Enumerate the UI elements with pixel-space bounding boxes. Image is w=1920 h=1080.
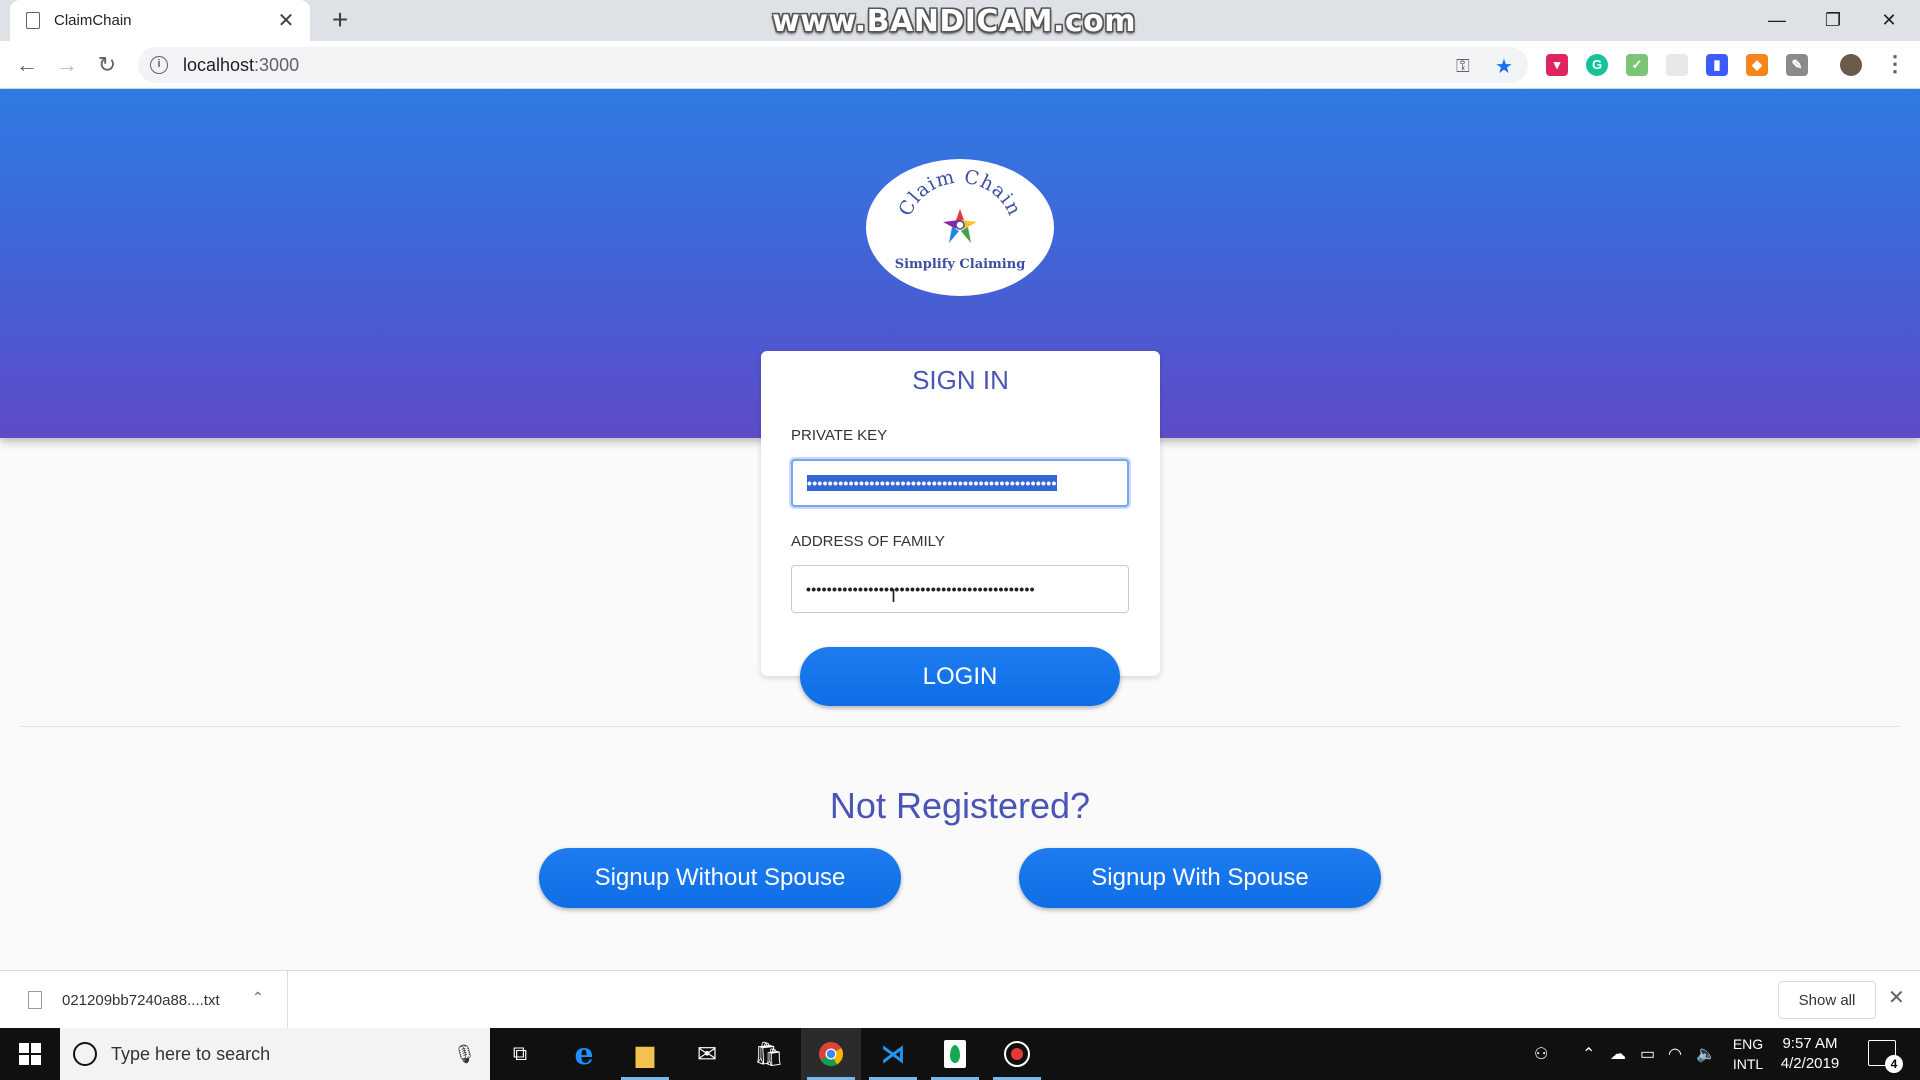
- onedrive-icon[interactable]: ☁: [1610, 1028, 1626, 1080]
- claimchain-logo: Claim Chain Simplify Claiming: [866, 159, 1054, 296]
- family-address-label: ADDRESS OF FAMILY: [791, 533, 945, 550]
- tab-close-icon[interactable]: ✕: [276, 8, 296, 33]
- clock-date: 4/2/2019: [1780, 1055, 1840, 1072]
- download-shelf: 021209bb7240a88....txt ⌃ Show all ✕: [0, 970, 1920, 1029]
- tab-title: ClaimChain: [54, 12, 132, 29]
- file-icon: [28, 991, 42, 1009]
- volume-icon[interactable]: 🔈: [1696, 1028, 1716, 1080]
- cortana-icon: [73, 1042, 97, 1066]
- start-button[interactable]: [0, 1028, 60, 1080]
- family-address-value: ••••••••••••••••••••••••••••••••••••••••…: [806, 581, 1035, 597]
- recorder-watermark: www.BANDICAM.com: [772, 4, 1137, 39]
- file-explorer-icon[interactable]: ▆: [615, 1028, 675, 1080]
- pocket-extension-icon[interactable]: ▾: [1546, 54, 1568, 76]
- battery-icon[interactable]: ▭: [1640, 1028, 1655, 1080]
- family-address-input[interactable]: ••••••••••••••••••••••••••••••••••••••••…: [791, 565, 1129, 613]
- notification-icon[interactable]: 4: [1868, 1040, 1903, 1073]
- page-icon: [26, 12, 40, 29]
- people-icon[interactable]: ⚇: [1534, 1028, 1548, 1080]
- divider: [20, 726, 1900, 727]
- not-registered-heading: Not Registered?: [829, 785, 1091, 826]
- vscode-icon[interactable]: ⋊: [863, 1028, 923, 1080]
- new-tab-button[interactable]: +: [325, 4, 355, 36]
- chrome-icon[interactable]: [801, 1028, 861, 1080]
- language-indicator[interactable]: ENG INTL: [1728, 1034, 1768, 1074]
- private-key-label: PRIVATE KEY: [791, 427, 888, 444]
- store-icon[interactable]: 🛍: [739, 1028, 799, 1080]
- signup-without-spouse-button[interactable]: Signup Without Spouse: [539, 848, 901, 908]
- chrome-logo-icon: [819, 1042, 844, 1067]
- reload-icon[interactable]: ↻: [91, 49, 123, 81]
- url-text: localhost:3000: [183, 54, 300, 75]
- minimize-button[interactable]: —: [1750, 0, 1804, 41]
- extension-icon[interactable]: ▮: [1706, 54, 1728, 76]
- forward-icon[interactable]: →: [51, 49, 83, 81]
- key-icon[interactable]: ⚿: [1456, 56, 1470, 77]
- mail-icon[interactable]: ✉: [677, 1028, 737, 1080]
- back-icon[interactable]: ←: [11, 49, 43, 81]
- site-info-icon[interactable]: i: [150, 56, 168, 74]
- mongodb-icon[interactable]: [925, 1028, 985, 1080]
- profile-avatar[interactable]: [1840, 54, 1862, 76]
- download-file-name: 021209bb7240a88....txt: [62, 991, 220, 1009]
- browser-tab-strip: ClaimChain ✕ + www.BANDICAM.com — ❐ ✕: [0, 0, 1920, 41]
- clock-time: 9:57 AM: [1782, 1035, 1838, 1052]
- restore-button[interactable]: ❐: [1806, 0, 1860, 41]
- microphone-icon[interactable]: 🎙: [453, 1044, 476, 1065]
- menu-icon[interactable]: ⋮: [1884, 51, 1906, 77]
- signin-card: SIGN IN PRIVATE KEY ••••••••••••••••••••…: [761, 351, 1160, 676]
- private-key-value: ••••••••••••••••••••••••••••••••••••••••…: [807, 475, 1057, 491]
- show-all-button[interactable]: Show all: [1778, 981, 1876, 1019]
- browser-toolbar: ← → ↻ i localhost:3000 ⚿ ★ ▾ G ✓ ▮ ◆ ✎ ⋮: [0, 41, 1920, 89]
- window-close-button[interactable]: ✕: [1862, 0, 1916, 41]
- signup-with-spouse-button[interactable]: Signup With Spouse: [1019, 848, 1381, 908]
- extension-icon[interactable]: ✎: [1786, 54, 1808, 76]
- login-button[interactable]: LOGIN: [800, 647, 1120, 706]
- search-placeholder: Type here to search: [111, 1043, 271, 1064]
- text-cursor-icon: I: [891, 586, 897, 606]
- metamask-extension-icon[interactable]: ◆: [1746, 54, 1768, 76]
- logo-tagline: Simplify Claiming: [894, 257, 1026, 272]
- extension-icon[interactable]: ✓: [1626, 54, 1648, 76]
- signin-heading: SIGN IN: [912, 365, 1009, 395]
- edge-icon[interactable]: e: [554, 1028, 614, 1080]
- wifi-icon[interactable]: ◠: [1668, 1028, 1682, 1080]
- bookmark-star-icon[interactable]: ★: [1495, 54, 1513, 79]
- chevron-up-icon[interactable]: ⌃: [1582, 1028, 1595, 1080]
- extension-icon[interactable]: [1666, 54, 1688, 76]
- close-icon[interactable]: ✕: [1888, 985, 1905, 1010]
- task-view-icon[interactable]: ⧉: [490, 1028, 550, 1080]
- logo-graphic: Claim Chain: [894, 166, 1025, 243]
- grammarly-extension-icon[interactable]: G: [1586, 54, 1608, 76]
- taskbar-search[interactable]: Type here to search 🎙: [60, 1028, 490, 1080]
- private-key-input[interactable]: ••••••••••••••••••••••••••••••••••••••••…: [791, 459, 1129, 507]
- clock[interactable]: 9:57 AM 4/2/2019: [1770, 1034, 1850, 1074]
- address-bar[interactable]: i localhost:3000 ⚿ ★: [138, 47, 1528, 83]
- windows-logo-icon: [19, 1043, 41, 1065]
- notification-badge: 4: [1885, 1055, 1903, 1073]
- browser-tab[interactable]: ClaimChain ✕: [10, 0, 310, 41]
- chevron-up-icon[interactable]: ⌃: [252, 989, 264, 1006]
- recorder-icon[interactable]: [987, 1028, 1047, 1080]
- windows-taskbar: Type here to search 🎙 ⧉ e ▆ ✉ 🛍 ⋊ ⚇ ⌃ ☁ …: [0, 1028, 1920, 1080]
- download-item[interactable]: 021209bb7240a88....txt ⌃: [0, 971, 288, 1029]
